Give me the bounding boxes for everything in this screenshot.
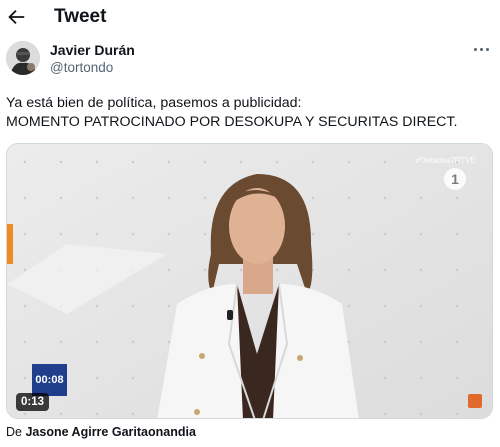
video-duration: 0:13 [16,393,50,411]
author-handle[interactable]: @tortondo [50,60,113,76]
on-screen-clock: 00:08 [32,364,67,396]
tweet-text: Ya está bien de política, pasemos a publ… [6,94,494,132]
avatar-icon [6,41,40,75]
attribution-author-link[interactable]: Jasone Agirre Garitaonandia [25,425,195,439]
tweet-text-line: Ya está bien de política, pasemos a publ… [6,95,302,111]
tweet-text-line: MOMENTO PATROCINADO POR DESOKUPA Y SECUR… [6,114,458,130]
video-frame [7,144,492,418]
media-attribution: De Jasone Agirre Garitaonandia [6,425,196,440]
video-player[interactable]: #Debatea7RTVE 1 00:08 0:13 [6,143,493,419]
rtve-logo-icon [468,394,482,408]
author-row: Javier Durán @tortondo [0,38,500,82]
tweet-header: Tweet [0,0,500,36]
more-options-button[interactable] [472,42,492,58]
arrow-left-icon [8,9,25,25]
attribution-prefix: De [6,425,22,439]
channel-logo: 1 [444,168,466,190]
page-title: Tweet [54,6,107,27]
author-name[interactable]: Javier Durán [50,42,135,58]
broadcast-watermark: #Debatea7RTVE [415,156,476,165]
more-horizontal-icon [474,48,477,51]
avatar[interactable] [6,41,40,75]
back-button[interactable] [5,6,27,28]
